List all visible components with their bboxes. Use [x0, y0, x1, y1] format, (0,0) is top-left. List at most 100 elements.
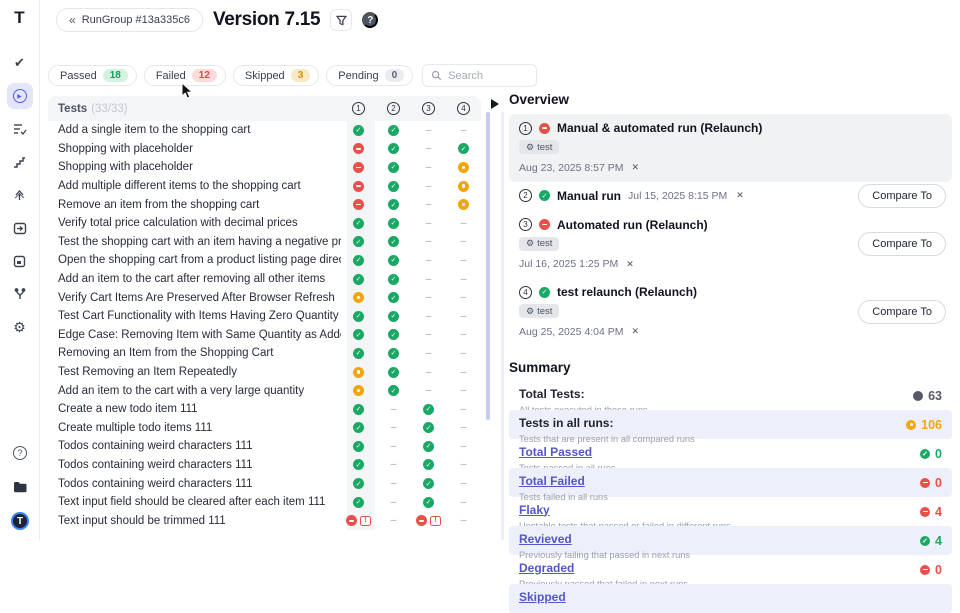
run-date: Jul 16, 2025 1:25 PM: [519, 258, 618, 270]
run-title[interactable]: Manual run: [557, 189, 621, 203]
compare-to-button[interactable]: Compare To: [858, 184, 946, 208]
remove-run-icon[interactable]: ✕: [736, 190, 744, 201]
test-name[interactable]: Shopping with placeholder: [58, 161, 341, 173]
sidebar-item-import[interactable]: [7, 215, 33, 241]
run-tag-chip[interactable]: ⚙test: [519, 304, 559, 318]
comment-icon[interactable]: !: [360, 516, 371, 526]
no-run-dash: –: [426, 311, 432, 322]
sidebar-item-settings[interactable]: ⚙: [7, 314, 33, 340]
test-name[interactable]: Verify Cart Items Are Preserved After Br…: [58, 292, 341, 304]
summary-row: Total FailedTests failed in all runs0: [509, 468, 952, 497]
test-name[interactable]: Removing an Item from the Shopping Cart: [58, 347, 341, 359]
sidebar-item-account[interactable]: T: [7, 508, 33, 534]
test-name[interactable]: Text input should be trimmed 111: [58, 515, 341, 527]
run-column-header-2[interactable]: 2: [376, 102, 411, 115]
compare-to-button[interactable]: Compare To: [858, 232, 946, 256]
summary-label: Total Tests:: [519, 387, 585, 401]
sidebar-item-steps[interactable]: [7, 149, 33, 175]
help-button[interactable]: ?: [362, 12, 378, 28]
status-cell: ✓: [411, 441, 446, 452]
test-name[interactable]: Test the shopping cart with an item havi…: [58, 236, 341, 248]
run-column-header-3[interactable]: 3: [411, 102, 446, 115]
test-name[interactable]: Todos containing weird characters 111: [58, 440, 341, 452]
sidebar-item-runs[interactable]: ▶: [7, 83, 33, 109]
table-row: Removing an Item from the Shopping Cart✓…: [48, 344, 481, 363]
run-title[interactable]: Manual & automated run (Relaunch): [557, 121, 762, 135]
summary-label[interactable]: Skipped: [519, 590, 566, 604]
no-run-dash: –: [461, 311, 467, 322]
test-name[interactable]: Verify total price calculation with deci…: [58, 217, 341, 229]
test-name[interactable]: Edge Case: Removing Item with Same Quant…: [58, 329, 341, 341]
collapse-panel-arrow[interactable]: [491, 99, 499, 109]
status-cell: ✓: [376, 218, 411, 229]
filter-chip-passed[interactable]: Passed18: [48, 65, 137, 86]
test-name[interactable]: Create a new todo item 111: [58, 403, 341, 415]
search-input[interactable]: [448, 70, 528, 82]
skipped-icon: [906, 420, 916, 430]
status-cell: [341, 143, 376, 154]
remove-run-icon[interactable]: ✕: [632, 162, 640, 173]
sidebar-item-tests[interactable]: ✔: [7, 50, 33, 76]
test-name[interactable]: Text input field should be cleared after…: [58, 496, 341, 508]
summary-label[interactable]: Revieved: [519, 532, 572, 546]
test-name[interactable]: Add an item to the cart after removing a…: [58, 273, 341, 285]
status-cell: –: [411, 255, 446, 266]
summary-label[interactable]: Total Failed: [519, 474, 585, 488]
sidebar-item-projects[interactable]: [7, 474, 33, 500]
no-run-dash: –: [461, 255, 467, 266]
test-name[interactable]: Shopping with placeholder: [58, 143, 341, 155]
test-name[interactable]: Open the shopping cart from a product li…: [58, 254, 341, 266]
test-name[interactable]: Add an item to the cart with a very larg…: [58, 385, 341, 397]
test-name[interactable]: Test Cart Functionality with Items Havin…: [58, 310, 341, 322]
search-input-wrapper[interactable]: [422, 64, 537, 87]
run-title[interactable]: Automated run (Relaunch): [557, 218, 708, 232]
tag-label: test: [537, 306, 552, 317]
sidebar-item-plans[interactable]: [7, 116, 33, 142]
filter-button[interactable]: [330, 9, 352, 31]
test-name[interactable]: Add a single item to the shopping cart: [58, 124, 341, 136]
test-name[interactable]: Remove an item from the shopping cart: [58, 199, 341, 211]
skipped-icon: [353, 385, 364, 396]
run-title[interactable]: test relaunch (Relaunch): [557, 285, 697, 299]
run-tag-chip[interactable]: ⚙test: [519, 140, 559, 154]
row-status-cells: ✓–✓–: [341, 437, 481, 456]
no-run-dash: –: [461, 478, 467, 489]
summary-label[interactable]: Flaky: [519, 503, 550, 517]
run-column-header-1[interactable]: 1: [341, 102, 376, 115]
test-name[interactable]: Add multiple different items to the shop…: [58, 180, 341, 192]
summary-label[interactable]: Total Passed: [519, 445, 592, 459]
run-tag-chip[interactable]: ⚙test: [519, 237, 559, 251]
no-run-dash: –: [426, 162, 432, 173]
sidebar-item-branches[interactable]: [7, 281, 33, 307]
rungroup-back-button[interactable]: « RunGroup #13a335c6: [56, 8, 203, 32]
remove-run-icon[interactable]: ✕: [632, 326, 640, 337]
no-run-dash: –: [461, 348, 467, 359]
tests-header-count: (33/33): [91, 103, 127, 115]
status-cell: ✓: [376, 274, 411, 285]
no-run-dash: –: [426, 274, 432, 285]
summary-label[interactable]: Degraded: [519, 561, 574, 575]
test-name[interactable]: Create multiple todo items 111: [58, 422, 341, 434]
filter-chip-pending[interactable]: Pending0: [326, 65, 413, 86]
sidebar-item-reports[interactable]: [7, 248, 33, 274]
status-cell: ✓: [376, 162, 411, 173]
filter-chip-skipped[interactable]: Skipped3: [233, 65, 319, 86]
test-name[interactable]: Todos containing weird characters 111: [58, 478, 341, 490]
passed-icon: ✓: [388, 367, 399, 378]
compare-to-button[interactable]: Compare To: [858, 300, 946, 324]
right-panel-scrollbar[interactable]: [486, 112, 490, 420]
status-cell: –: [446, 311, 481, 322]
run-column-header-4[interactable]: 4: [446, 102, 481, 115]
status-cell: ✓: [341, 497, 376, 508]
test-name[interactable]: Todos containing weird characters 111: [58, 459, 341, 471]
test-name[interactable]: Test Removing an Item Repeatedly: [58, 366, 341, 378]
count-dot-icon: [913, 391, 923, 401]
comment-icon[interactable]: !: [430, 516, 441, 526]
no-run-dash: –: [461, 497, 467, 508]
summary-count: 63: [913, 389, 942, 403]
status-cell: –: [376, 515, 411, 526]
sidebar-item-activity[interactable]: [7, 182, 33, 208]
filter-chip-failed[interactable]: Failed12: [144, 65, 226, 86]
sidebar-item-help[interactable]: ?: [7, 440, 33, 466]
remove-run-icon[interactable]: ✕: [626, 259, 634, 270]
